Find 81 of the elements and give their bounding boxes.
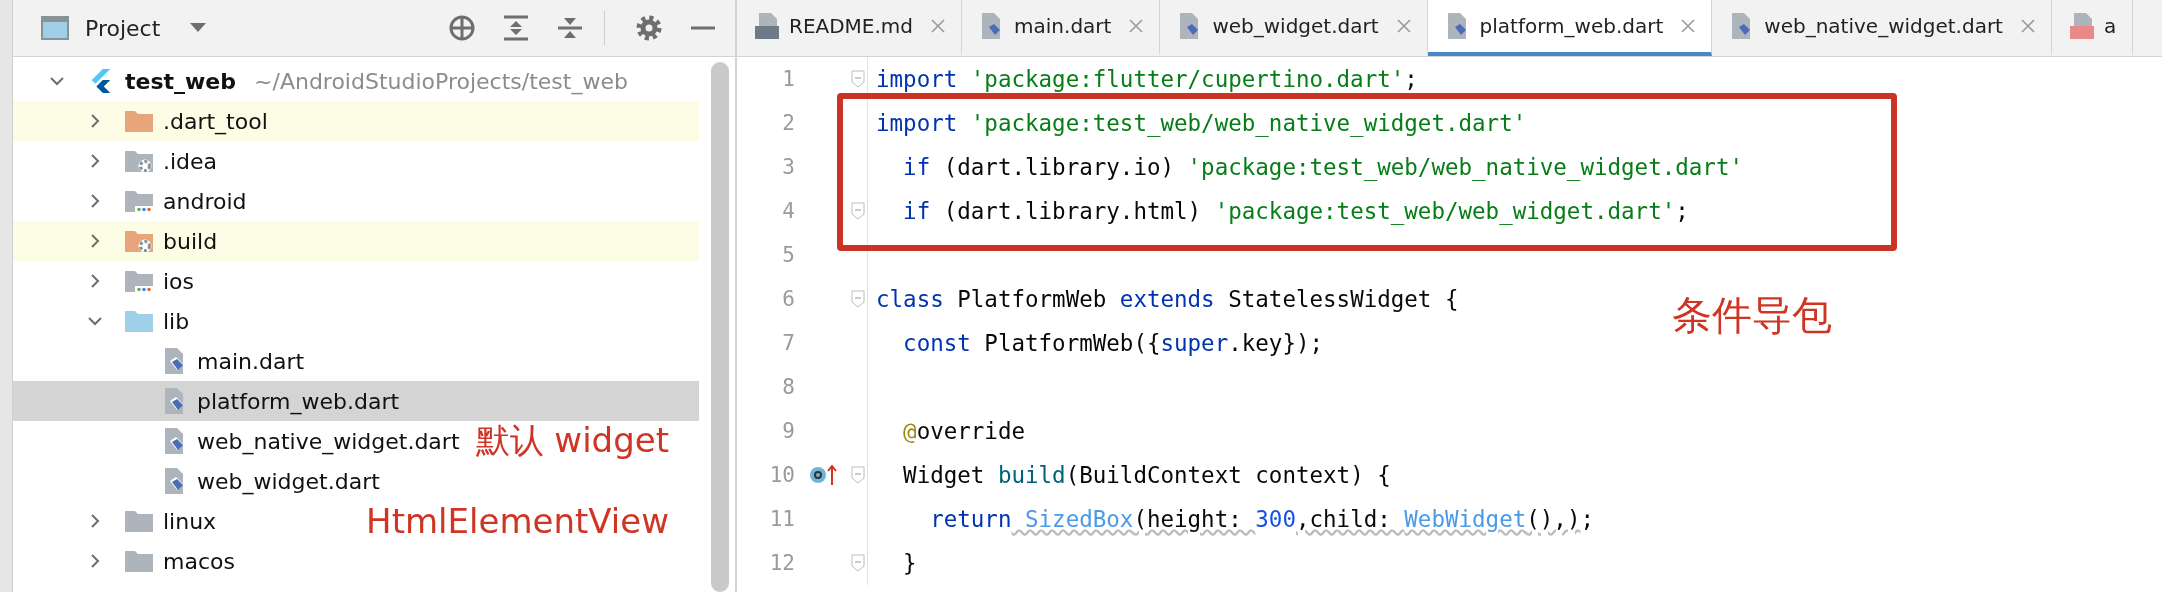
folder-icon <box>125 229 153 253</box>
code-line: Widget build(BuildContext context) { <box>902 462 1391 488</box>
scrollbar-thumb[interactable] <box>711 62 729 592</box>
code-line: import 'package:test_web/web_native_widget.dart' <box>876 110 1527 136</box>
folder-icon <box>125 509 153 533</box>
tree-label: main.dart <box>197 348 305 374</box>
line-number: 2 <box>781 111 795 135</box>
code-line: return SizedBox(height: 300,child: WebWidget(),); <box>929 506 1594 532</box>
tree-row[interactable]: android <box>13 181 699 221</box>
close-icon[interactable] <box>1681 19 1696 33</box>
tree-row[interactable]: ios <box>13 261 699 301</box>
tree-label: linux <box>163 508 217 534</box>
editor-tab[interactable]: README.md <box>737 0 963 56</box>
folder-icon <box>125 149 153 173</box>
line-number: 10 <box>768 463 795 487</box>
folder-icon <box>125 309 153 333</box>
line-number: 7 <box>781 331 795 355</box>
line-number: 6 <box>781 287 795 311</box>
folder-icon <box>125 109 153 133</box>
tree-label: ios <box>163 268 195 294</box>
tree-label: test_web <box>125 68 237 94</box>
close-icon[interactable] <box>931 19 946 33</box>
code-line: import 'package:flutter/cupertino.dart'; <box>876 66 1418 92</box>
editor-tab[interactable]: web_native_widget.dart <box>1712 0 2052 56</box>
yaml-file-icon <box>2069 12 2094 40</box>
markdown-file-icon <box>755 12 779 40</box>
line-number: 12 <box>768 551 795 575</box>
code-line: class PlatformWeb extends StatelessWidget { <box>876 286 1459 312</box>
editor-tab[interactable]: main.dart <box>962 0 1161 56</box>
line-number: 11 <box>768 507 795 531</box>
line-number: 5 <box>781 243 795 267</box>
tree-label: macos <box>163 548 235 574</box>
tree-row[interactable]: main.dart <box>13 341 699 381</box>
tree-label: platform_web.dart <box>197 388 400 414</box>
settings-icon[interactable] <box>635 14 663 42</box>
folder-icon <box>125 189 153 213</box>
tree-row[interactable]: .idea <box>13 141 699 181</box>
code-line: const PlatformWeb({super.key}); <box>902 330 1324 356</box>
tree-label: .dart_tool <box>163 108 268 134</box>
tree-row[interactable]: linux HtmlElementView <box>13 501 699 541</box>
editor-tab[interactable]: platform_web.dart <box>1427 0 1713 56</box>
code-line: } <box>902 550 917 576</box>
code-line: if (dart.library.io) 'package:test_web/web_native_widget.dart' <box>902 154 1743 180</box>
code-line: @override <box>902 418 1025 444</box>
folder-icon <box>125 549 153 573</box>
editor-tab[interactable]: web_widget.dart <box>1160 0 1428 56</box>
tree-label: web_widget.dart <box>197 468 380 494</box>
editor-tab[interactable]: a <box>2051 0 2134 56</box>
line-number: 8 <box>781 375 795 399</box>
code-line: if (dart.library.html) 'package:test_web/web_widget.dart'; <box>902 198 1689 224</box>
line-number: 3 <box>781 155 795 179</box>
tree-label: .idea <box>163 148 218 174</box>
override-marker-icon[interactable] <box>808 463 838 487</box>
panel-icon <box>41 16 69 40</box>
expand-all-icon[interactable] <box>502 14 530 42</box>
line-number: 1 <box>781 67 795 91</box>
tree-label: lib <box>163 308 190 334</box>
panel-title[interactable]: Project <box>85 15 161 41</box>
tree-row[interactable]: platform_web.dart <box>13 381 699 421</box>
line-number: 9 <box>781 419 795 443</box>
tree-row[interactable]: web_widget.dart <box>13 461 699 501</box>
tree-row[interactable]: build <box>13 221 699 261</box>
tree-label: web_native_widget.dart <box>197 428 460 454</box>
tree-row[interactable]: web_native_widget.dart 默认 widget <box>13 421 699 461</box>
folder-icon <box>125 269 153 293</box>
tree-row[interactable]: macos <box>13 541 699 581</box>
annotation: 默认 widget <box>475 419 669 462</box>
tree-label: android <box>163 188 247 214</box>
annotation: HtmlElementView <box>366 501 669 541</box>
annotation: 条件导包 <box>1672 290 1832 340</box>
tree-label: build <box>163 228 218 254</box>
tree-row[interactable]: test_web ~/AndroidStudioProjects/test_web <box>13 61 699 101</box>
locate-icon[interactable] <box>448 14 476 42</box>
close-icon[interactable] <box>2020 19 2035 33</box>
tree-row[interactable]: lib <box>13 301 699 341</box>
dropdown-caret-icon[interactable] <box>190 23 207 33</box>
close-icon[interactable] <box>1129 19 1144 33</box>
line-number: 4 <box>781 199 795 223</box>
close-icon[interactable] <box>1396 19 1411 33</box>
project-path: ~/AndroidStudioProjects/test_web <box>254 68 628 94</box>
tree-row[interactable]: .dart_tool <box>13 101 699 141</box>
